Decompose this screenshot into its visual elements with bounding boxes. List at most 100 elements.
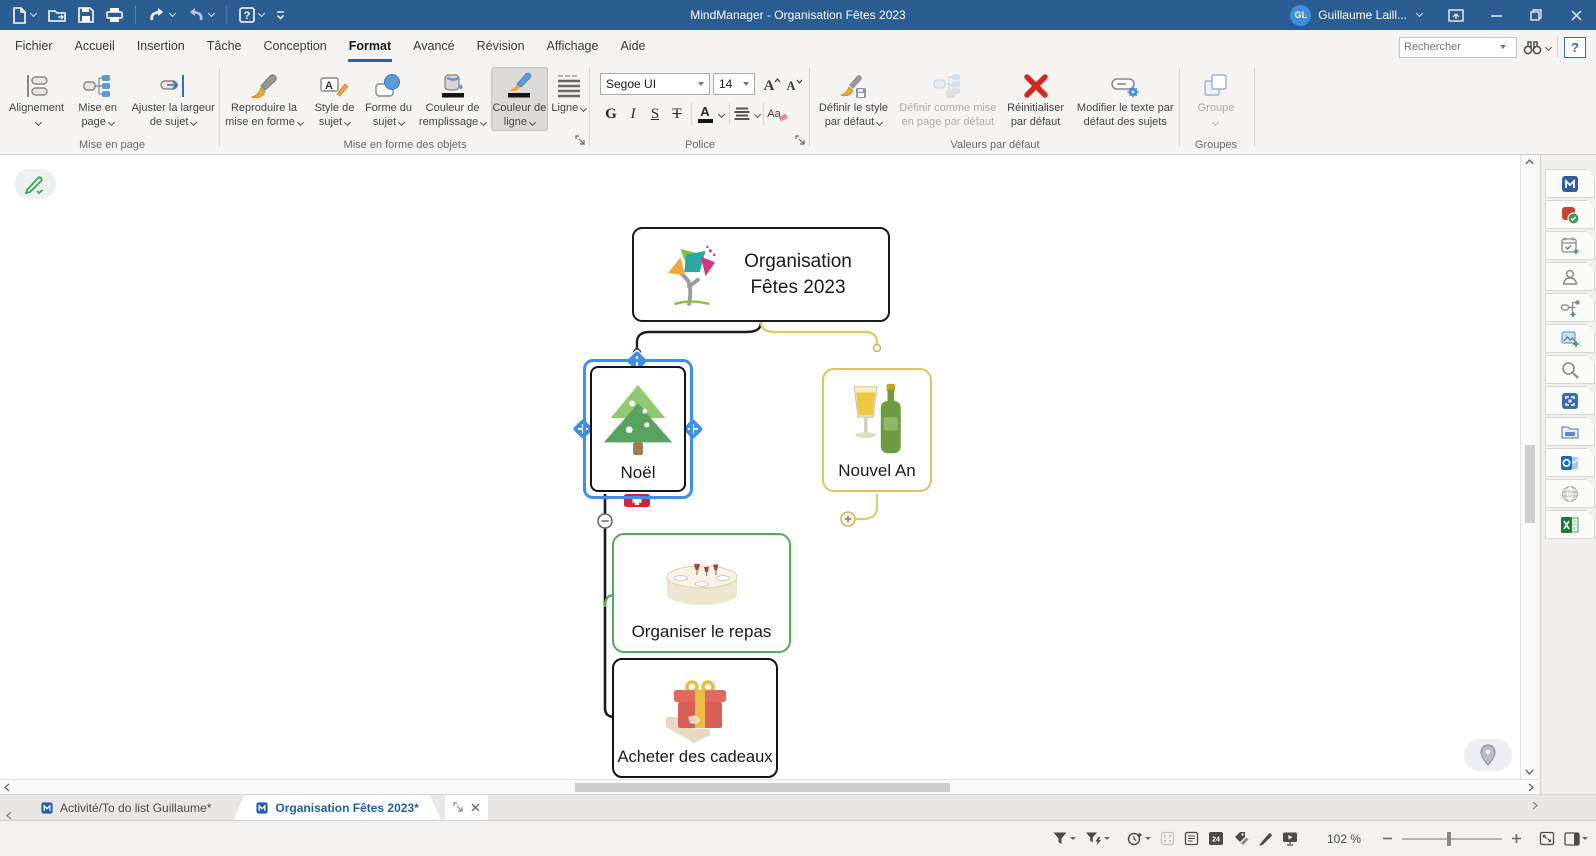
tab-tache[interactable]: Tâche: [196, 30, 253, 62]
sidebar-tab-add-image[interactable]: [1545, 324, 1595, 353]
expand-button-nouvel-an[interactable]: [841, 512, 855, 526]
zoom-in-button[interactable]: [1511, 827, 1522, 851]
vertical-scrollbar[interactable]: [1520, 155, 1538, 779]
sidebar-tab-task-complete[interactable]: [1545, 200, 1595, 229]
ajuster-largeur-button[interactable]: Ajuster la largeur de sujet: [128, 67, 218, 131]
bold-button[interactable]: G: [600, 102, 622, 126]
print-button[interactable]: [102, 3, 127, 27]
tags-button[interactable]: [1233, 827, 1249, 851]
dropdown-caret-icon[interactable]: [1500, 45, 1506, 49]
grow-font-button[interactable]: A: [763, 72, 781, 96]
zoom-out-button[interactable]: [1382, 827, 1393, 851]
horizontal-scrollbar-thumb[interactable]: [575, 783, 950, 792]
map-position-indicator[interactable]: [1464, 739, 1512, 771]
find-button[interactable]: [1523, 35, 1551, 59]
topic-cadeaux[interactable]: Acheter des cadeaux: [612, 658, 778, 778]
edit-mode-indicator[interactable]: [14, 169, 56, 199]
document-tab-organisation-fetes[interactable]: Organisation Fêtes 2023*: [233, 795, 440, 820]
collapse-button-noel[interactable]: [598, 514, 612, 528]
couleur-remplissage-button[interactable]: Couleur de remplissage: [416, 67, 489, 131]
search-input[interactable]: [1404, 41, 1500, 53]
shrink-font-button[interactable]: A: [785, 72, 802, 96]
sidebar-tab-document[interactable]: [1545, 169, 1595, 198]
font-family-select[interactable]: Segoe UI: [600, 73, 710, 95]
scroll-left-arrow[interactable]: [4, 780, 10, 794]
tab-scroll-right-arrow[interactable]: [1532, 801, 1538, 810]
redo-button[interactable]: [183, 3, 218, 27]
tab-accueil[interactable]: Accueil: [64, 30, 126, 62]
avatar[interactable]: GL: [1290, 5, 1311, 26]
horizontal-scrollbar[interactable]: [0, 779, 1538, 794]
close-button[interactable]: [1556, 0, 1596, 30]
help-button[interactable]: ?: [235, 3, 268, 27]
restore-button[interactable]: [1516, 0, 1556, 30]
tab-fichier[interactable]: Fichier: [4, 30, 64, 62]
minimize-button[interactable]: [1476, 0, 1516, 30]
reproduire-mise-en-forme-button[interactable]: Reproduire la mise en forme: [222, 67, 306, 131]
user-name[interactable]: Guillaume Laill...: [1318, 8, 1407, 22]
dialog-launcher-button[interactable]: [795, 132, 805, 150]
help-pane-button[interactable]: ?: [1564, 37, 1586, 58]
tab-insertion[interactable]: Insertion: [126, 30, 196, 62]
dialog-launcher-button[interactable]: [575, 132, 585, 150]
filter-button[interactable]: [1052, 827, 1076, 851]
sidebar-tab-add-topic[interactable]: [1545, 293, 1595, 322]
tab-conception[interactable]: Conception: [253, 30, 338, 62]
search-box[interactable]: [1399, 37, 1517, 58]
panels-button[interactable]: [1564, 827, 1588, 851]
new-document-button[interactable]: [8, 3, 40, 27]
undo-button[interactable]: [144, 3, 179, 27]
sidebar-tab-web[interactable]: [1545, 479, 1595, 508]
presentation-button[interactable]: [1282, 827, 1298, 851]
sidebar-tab-excel[interactable]: [1545, 510, 1595, 539]
alignement-button[interactable]: Alignement: [6, 67, 67, 131]
underline-button[interactable]: S: [644, 102, 666, 126]
sidebar-tab-search[interactable]: [1545, 355, 1595, 384]
tab-avance[interactable]: Avancé: [402, 30, 465, 62]
tab-aide[interactable]: Aide: [609, 30, 656, 62]
float-tab-button[interactable]: [453, 799, 463, 817]
window-preview-button[interactable]: [1436, 0, 1476, 30]
definir-style-defaut-button[interactable]: Définir le style par défaut: [812, 67, 895, 131]
text-alignment-button[interactable]: [733, 102, 760, 126]
topic-noel[interactable]: Noël: [590, 366, 686, 492]
modifier-texte-defaut-button[interactable]: Modifier le texte par défaut des sujets: [1072, 67, 1178, 131]
central-topic[interactable]: Organisation Fêtes 2023: [632, 227, 890, 322]
zoom-slider-thumb[interactable]: [1447, 832, 1451, 846]
topic-nouvel-an[interactable]: Nouvel An: [822, 368, 932, 492]
save-button[interactable]: [74, 3, 98, 27]
forme-du-sujet-button[interactable]: Forme du sujet: [363, 67, 414, 131]
scroll-up-arrow[interactable]: [1521, 159, 1538, 165]
sidebar-tab-snapshot[interactable]: [1545, 386, 1595, 415]
style-de-sujet-button[interactable]: A Style de sujet: [308, 67, 361, 131]
tab-affichage[interactable]: Affichage: [536, 30, 610, 62]
topic-repas[interactable]: Organiser le repas: [612, 533, 791, 653]
scroll-right-arrow[interactable]: [1528, 780, 1534, 794]
italic-button[interactable]: I: [622, 102, 644, 126]
gantt-button[interactable]: 24: [1208, 827, 1224, 851]
document-tab-activite[interactable]: Activité/To do list Guillaume*: [18, 795, 233, 820]
sidebar-tab-outlook[interactable]: [1545, 448, 1595, 477]
sidebar-tab-contacts[interactable]: [1545, 262, 1595, 291]
clear-formatting-button[interactable]: Aa: [767, 102, 789, 126]
tab-format[interactable]: Format: [338, 30, 402, 62]
font-size-select[interactable]: 14: [713, 73, 755, 95]
strikethrough-button[interactable]: T: [666, 102, 688, 126]
sidebar-tab-file-explorer[interactable]: [1545, 417, 1595, 446]
mise-en-page-button[interactable]: Mise en page: [69, 67, 126, 131]
map-canvas[interactable]: Organisation Fêtes 2023 Noël: [0, 155, 1520, 779]
power-filter-button[interactable]: [1085, 827, 1110, 851]
open-button[interactable]: [44, 3, 70, 27]
notes-view-button[interactable]: [1184, 827, 1199, 851]
close-tab-button[interactable]: [471, 799, 480, 817]
ink-button[interactable]: [1258, 827, 1273, 851]
vertical-scrollbar-thumb[interactable]: [1525, 445, 1535, 523]
ligne-button[interactable]: Ligne: [550, 67, 588, 131]
tab-scroll-left-arrow[interactable]: [0, 811, 18, 820]
fit-map-button[interactable]: [1539, 827, 1555, 851]
schedule-button[interactable]: [1127, 827, 1151, 851]
couleur-de-ligne-button[interactable]: Couleur de ligne: [491, 67, 548, 131]
sidebar-tab-calendar-add[interactable]: [1545, 231, 1595, 260]
font-color-button[interactable]: A: [695, 102, 715, 126]
zoom-slider[interactable]: [1402, 838, 1502, 840]
